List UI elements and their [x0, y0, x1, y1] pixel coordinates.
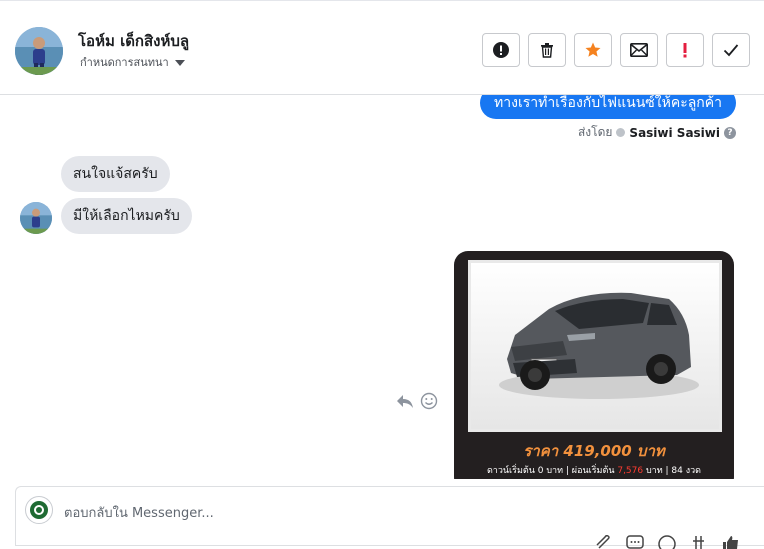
reply-icon[interactable]: [396, 393, 414, 409]
message-thread[interactable]: ทางเราทำเรื่องกับไฟแนนซ์ให้คะลูกค้า ส่งโ…: [0, 95, 764, 479]
delete-button[interactable]: [528, 33, 566, 67]
trash-icon: [541, 43, 553, 58]
mark-unread-button[interactable]: [620, 33, 658, 67]
composer-tools: [594, 535, 740, 549]
reply-input[interactable]: ตอบกลับใน Messenger...: [64, 502, 214, 523]
reply-composer: ตอบกลับใน Messenger...: [15, 486, 764, 549]
conversation-header: โอห์ม เด็กสิงห์บลู กำหนดการสนทนา: [0, 0, 764, 95]
emoji-icon[interactable]: [658, 535, 676, 549]
attachment-icon[interactable]: [594, 535, 612, 549]
installment-prefix: ดาวน์เริ่มต้น 0 บาท | ผ่อนเริ่มต้น: [486, 466, 618, 476]
car-listing-card[interactable]: ราคา 419,000 บาท ดาวน์เริ่มต้น 0 บาท | ผ…: [454, 251, 734, 479]
incoming-message-bubble[interactable]: มีให้เลือกไหมครับ: [61, 198, 192, 234]
red-exclamation-icon: [683, 43, 687, 58]
star-button[interactable]: [574, 33, 612, 67]
exclamation-circle-icon: [493, 42, 509, 58]
mark-done-button[interactable]: [712, 33, 750, 67]
card-price: ราคา 419,000 บาท: [523, 442, 665, 460]
incoming-message-bubble[interactable]: สนใจแจ้สครับ: [61, 156, 170, 192]
contact-name[interactable]: โอห์ม เด็กสิงห์บลู: [78, 29, 189, 53]
saved-replies-icon[interactable]: [626, 535, 644, 549]
sent-by-row: ส่งโดย Sasiwi Sasiwi ?: [578, 123, 736, 142]
star-icon: [585, 42, 601, 57]
sent-by-label: ส่งโดย: [577, 125, 613, 139]
follow-up-button[interactable]: [666, 33, 704, 67]
assign-label: กำหนดการสนทนา: [80, 56, 169, 69]
car-photo: [468, 260, 722, 432]
card-installment-line: ดาวน์เริ่มต้น 0 บาท | ผ่อนเริ่มต้น 7,576…: [454, 463, 734, 477]
help-icon[interactable]: ?: [724, 126, 736, 139]
envelope-icon: [630, 43, 648, 57]
page-badge-icon: [616, 128, 626, 137]
message-tools: [396, 392, 438, 410]
header-actions: [482, 33, 750, 67]
checkmark-icon: [723, 44, 739, 57]
assign-conversation-dropdown[interactable]: กำหนดการสนทนา: [80, 53, 185, 71]
sender-avatar[interactable]: [20, 202, 52, 234]
emoji-reaction-icon[interactable]: [420, 392, 438, 410]
contact-avatar[interactable]: [15, 27, 63, 75]
sender-name[interactable]: Sasiwi Sasiwi: [629, 126, 720, 140]
installment-amount: 7,576: [617, 466, 644, 476]
mark-spam-button[interactable]: [482, 33, 520, 67]
installment-suffix: บาท | 84 งวด: [643, 466, 702, 476]
thumbs-up-icon[interactable]: [722, 535, 740, 549]
outgoing-message-bubble[interactable]: ทางเราทำเรื่องกับไฟแนนซ์ให้คะลูกค้า: [480, 95, 736, 119]
caret-down-icon: [174, 59, 185, 66]
tag-icon[interactable]: [690, 535, 708, 549]
page-avatar: [25, 496, 53, 524]
